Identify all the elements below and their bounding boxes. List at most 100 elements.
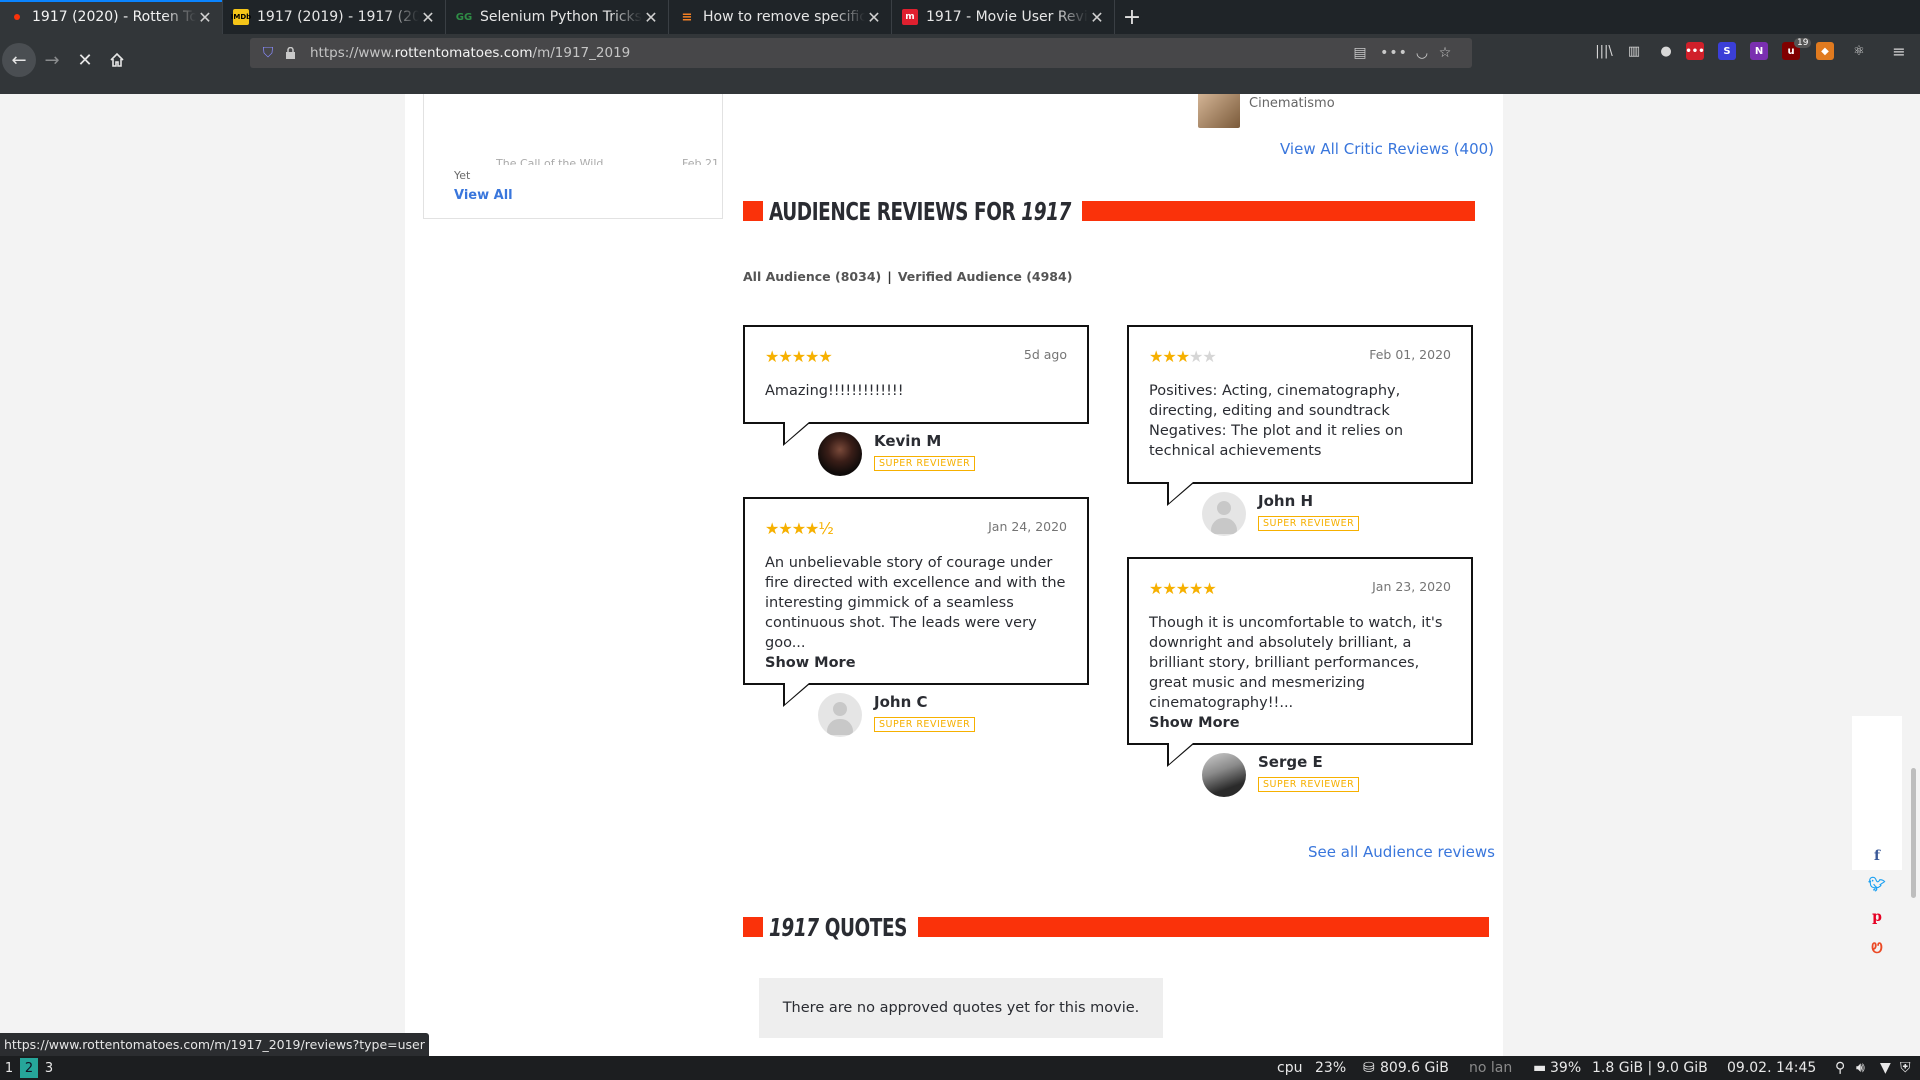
onenote-extension-icon[interactable]: N xyxy=(1750,42,1768,60)
page-actions-icon[interactable]: ••• xyxy=(1380,43,1407,63)
gfg-favicon-icon: GG xyxy=(455,11,473,23)
reviewer-name[interactable]: John H xyxy=(1258,492,1313,510)
shield-icon[interactable]: ⛨ xyxy=(1900,1060,1911,1076)
review-date: Jan 24, 2020 xyxy=(988,519,1067,534)
reviewer-name[interactable]: Serge E xyxy=(1258,753,1323,771)
bookmark-star-icon[interactable]: ☆ xyxy=(1435,43,1455,63)
tab-label: 1917 - Movie User Reviews xyxy=(926,9,1088,25)
url-text[interactable]: https://www.rottentomatoes.com/m/1917_20… xyxy=(310,45,630,61)
critic-name[interactable]: Cinematismo xyxy=(1249,96,1335,111)
navigation-toolbar: ← → ✕ ⛉ https://www.rottentomatoes.com/m… xyxy=(0,34,1920,94)
critic-avatar[interactable] xyxy=(1198,94,1240,128)
facebook-icon[interactable]: f xyxy=(1868,847,1886,865)
tab-label: 1917 (2019) - 1917 (2019) - User Reviews xyxy=(257,9,419,25)
battery-value: 39% xyxy=(1550,1060,1582,1076)
filter-separator: | xyxy=(887,269,892,284)
view-all-critic-reviews-link[interactable]: View All Critic Reviews (400) xyxy=(1280,140,1494,158)
library-icon[interactable]: |||\ xyxy=(1593,40,1615,62)
tab-geeksforgeeks[interactable]: GG Selenium Python Tricks - GeeksforGeek… xyxy=(446,0,669,34)
reviewer[interactable]: Serge E SUPER REVIEWER xyxy=(1202,753,1402,799)
heading-rule xyxy=(1082,201,1475,221)
speech-bubble-tail-fill xyxy=(1169,743,1193,764)
stackoverflow-favicon-icon: ≡ xyxy=(681,9,693,25)
filter-verified-audience[interactable]: Verified Audience (4984) xyxy=(898,269,1073,284)
avatar[interactable] xyxy=(1202,753,1246,797)
tab-stackoverflow[interactable]: ≡ How to remove specific substrings ✕ xyxy=(669,0,892,34)
reviewer[interactable]: John C SUPER REVIEWER xyxy=(818,693,1018,739)
quotes-empty-text: There are no approved quotes yet for thi… xyxy=(782,1000,1140,1016)
stop-loading-button[interactable]: ✕ xyxy=(68,43,102,77)
reviewer[interactable]: Kevin M SUPER REVIEWER xyxy=(818,432,1018,478)
close-tab-icon[interactable]: ✕ xyxy=(865,8,883,27)
close-tab-icon[interactable]: ✕ xyxy=(1088,8,1106,27)
sidebar-movie-title[interactable]: The Call of the Wild xyxy=(496,157,603,165)
show-more-button[interactable]: Show More xyxy=(765,653,1069,673)
avatar[interactable] xyxy=(818,693,862,737)
disk-free: 809.6 GiB xyxy=(1380,1060,1449,1076)
twitter-icon[interactable]: 🐦︎ xyxy=(1868,876,1886,894)
speech-bubble-tail-fill xyxy=(785,422,809,443)
tab-imdb[interactable]: IMDb 1917 (2019) - 1917 (2019) - User Re… xyxy=(223,0,446,34)
show-more-button[interactable]: Show More xyxy=(1149,713,1453,733)
review-text: Amazing!!!!!!!!!!!!! xyxy=(765,383,904,399)
arrow-right-icon: → xyxy=(44,49,60,71)
tab-bar: 1917 (2020) - Rotten Tomatoes ✕ IMDb 191… xyxy=(0,0,1920,34)
address-bar[interactable]: ⛉ https://www.rottentomatoes.com/m/1917_… xyxy=(250,38,1472,68)
review-card: ★★★★★ 5d ago Amazing!!!!!!!!!!!!! xyxy=(743,325,1089,424)
review-text: Positives: Acting, cinematography, direc… xyxy=(1149,383,1404,459)
s-extension-icon[interactable]: S xyxy=(1718,42,1736,60)
tab-label: Selenium Python Tricks - GeeksforGeeks xyxy=(480,9,642,25)
tab-rotten-tomatoes[interactable]: 1917 (2020) - Rotten Tomatoes ✕ xyxy=(0,0,223,34)
back-button[interactable]: ← xyxy=(2,43,36,77)
volume-icon[interactable]: 🔊︎ xyxy=(1856,1060,1865,1076)
workspace-2[interactable]: 2 xyxy=(20,1058,38,1078)
network-status: no lan xyxy=(1469,1060,1513,1076)
lastpass-extension-icon[interactable]: ••• xyxy=(1685,42,1705,60)
reviewer[interactable]: John H SUPER REVIEWER xyxy=(1202,492,1402,538)
memory-usage: 1.8 GiB | 9.0 GiB xyxy=(1592,1060,1708,1076)
new-tab-button[interactable]: + xyxy=(1115,0,1149,34)
fox-extension-icon[interactable]: ◆ xyxy=(1816,42,1834,60)
account-icon[interactable]: ● xyxy=(1655,40,1677,62)
avatar[interactable] xyxy=(1202,492,1246,536)
sidebar-yet-label: Yet xyxy=(454,169,471,182)
cpu-label: cpu xyxy=(1277,1060,1303,1076)
speech-bubble-tail-fill xyxy=(1169,482,1193,503)
see-all-audience-reviews-link[interactable]: See all Audience reviews xyxy=(1308,843,1495,861)
clock: 09.02. 14:45 xyxy=(1727,1060,1817,1076)
notification-count-badge: 19 xyxy=(1794,38,1812,48)
review-card: ★★★★½ Jan 24, 2020 An unbelievable story… xyxy=(743,497,1089,685)
super-reviewer-badge: SUPER REVIEWER xyxy=(874,717,976,732)
pocket-icon[interactable]: ◡ xyxy=(1412,43,1432,63)
tracking-shield-icon[interactable]: ⛉ xyxy=(258,43,278,63)
review-card: ★★★★★ Feb 01, 2020 Positives: Acting, ci… xyxy=(1127,325,1473,484)
tab-metacritic[interactable]: m 1917 - Movie User Reviews ✕ xyxy=(892,0,1115,34)
sidebar-toggle-icon[interactable]: ▥ xyxy=(1623,40,1645,62)
close-tab-icon[interactable]: ✕ xyxy=(642,8,660,27)
home-button[interactable] xyxy=(100,43,134,77)
close-tab-icon[interactable]: ✕ xyxy=(419,8,437,27)
tomato-favicon-icon xyxy=(14,14,20,20)
hamburger-menu-icon[interactable]: ≡ xyxy=(1888,40,1910,62)
workspace-1[interactable]: 1 xyxy=(0,1058,18,1078)
paperclip-icon[interactable]: ⚲ xyxy=(1835,1060,1845,1076)
lock-icon[interactable] xyxy=(280,43,300,63)
scrollbar-thumb[interactable] xyxy=(1911,768,1916,898)
pinterest-icon[interactable]: p xyxy=(1868,908,1886,926)
forward-button[interactable]: → xyxy=(35,43,69,77)
workspace-3[interactable]: 3 xyxy=(40,1058,58,1078)
quotes-heading: 1917 QUOTES xyxy=(743,912,1489,942)
react-devtools-icon[interactable]: ⚛ xyxy=(1848,40,1870,62)
view-all-link[interactable]: View All xyxy=(454,188,513,203)
scrollbar[interactable] xyxy=(1910,94,1920,1056)
close-tab-icon[interactable]: ✕ xyxy=(196,8,214,27)
stumbleupon-icon[interactable]: Ꮼ xyxy=(1868,940,1886,958)
status-link-preview: https://www.rottentomatoes.com/m/1917_20… xyxy=(0,1033,429,1056)
reviewer-name[interactable]: Kevin M xyxy=(874,432,941,450)
reviewer-name[interactable]: John C xyxy=(874,693,927,711)
avatar[interactable] xyxy=(818,432,862,476)
filter-all-audience[interactable]: All Audience (8034) xyxy=(743,269,881,284)
wifi-icon[interactable]: ▼ xyxy=(1880,1060,1891,1076)
reader-view-icon[interactable]: ▤ xyxy=(1350,43,1370,63)
page-content: The Call of the Wild Feb 21 Yet View All… xyxy=(405,94,1503,1056)
